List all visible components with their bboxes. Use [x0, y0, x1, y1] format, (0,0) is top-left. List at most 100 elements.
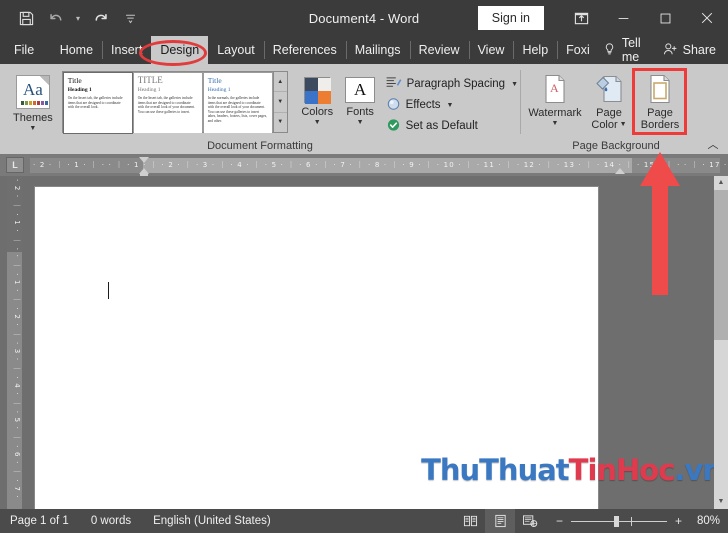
page-borders-button[interactable]: Page Borders [633, 70, 687, 131]
colors-dropdown-icon[interactable]: ▼ [314, 119, 321, 127]
tell-me-box[interactable]: Tell me [593, 36, 651, 64]
paragraph-spacing-button[interactable]: Paragraph Spacing ▼ [386, 75, 518, 93]
status-bar-right: − + 80% [455, 509, 728, 533]
sign-in-button[interactable]: Sign in [477, 6, 544, 30]
maximize-icon[interactable] [644, 0, 686, 36]
page-borders-line2: Borders [640, 119, 680, 131]
tab-home[interactable]: Home [51, 36, 102, 64]
lightbulb-icon [603, 42, 616, 59]
themes-button[interactable]: Aa Themes ▼ [6, 69, 60, 133]
watermark-part2: TinHoc [568, 453, 676, 487]
thumb-title: TITLE [137, 75, 163, 85]
group-label-page-background: Page Background [572, 140, 660, 152]
print-layout-icon[interactable] [485, 509, 515, 533]
zoom-slider-thumb[interactable] [614, 515, 619, 527]
effects-label: Effects [405, 99, 441, 111]
tab-help[interactable]: Help [513, 36, 557, 64]
watermark-icon: A [541, 74, 569, 104]
set-as-default-button[interactable]: Set as Default [386, 117, 518, 135]
save-icon[interactable] [12, 5, 40, 31]
page-color-dropdown-icon[interactable]: ▼ [620, 121, 627, 129]
group-document-formatting-body: Aa Themes ▼ Title Heading 1 On the Inser… [0, 64, 520, 138]
group-page-background-body: A Watermark ▼ Page Color ▼ Page Borders [521, 64, 711, 138]
title-bar: ▾ Document4 - Word Sign in [0, 0, 728, 36]
tab-file[interactable]: File [0, 36, 46, 64]
thumb-body: In the normals, the galleries include it… [207, 96, 268, 123]
style-thumbnail[interactable]: Title Heading 1 On the Insert tab, the g… [62, 72, 133, 134]
theme-fonts-button[interactable]: A Fonts ▼ [341, 69, 380, 127]
page-color-button[interactable]: Page Color ▼ [585, 70, 633, 131]
web-layout-icon[interactable] [515, 509, 545, 533]
close-icon[interactable] [686, 0, 728, 36]
tab-view[interactable]: View [468, 36, 514, 64]
person-add-icon [663, 42, 678, 59]
tab-review[interactable]: Review [409, 36, 469, 64]
read-mode-icon[interactable] [455, 509, 485, 533]
group-document-formatting: Aa Themes ▼ Title Heading 1 On the Inser… [0, 64, 520, 154]
undo-dropdown-icon[interactable]: ▾ [72, 5, 84, 31]
vertical-scrollbar[interactable]: ▲ ▼ [714, 176, 728, 509]
theme-colors-button[interactable]: Colors ▼ [298, 69, 337, 127]
zoom-percent-label[interactable]: 80% [690, 515, 720, 527]
scroll-up-icon[interactable]: ▲ [714, 176, 728, 190]
gallery-more-icon[interactable]: ▼ [274, 113, 287, 132]
tab-insert[interactable]: Insert [102, 36, 151, 64]
gallery-scroll-down-icon[interactable]: ▼ [273, 92, 287, 113]
group-label-document-formatting: Document Formatting [207, 140, 313, 152]
horizontal-ruler-row: L · 2 · ｜ · 1 · ｜ · · ｜ · 1 · ｜ · 2 · ｜ … [0, 154, 728, 181]
effects-button[interactable]: Effects ▼ [386, 96, 518, 114]
set-as-default-label: Set as Default [405, 120, 478, 132]
themes-label: Themes [13, 112, 53, 124]
effects-dropdown-icon[interactable]: ▼ [447, 102, 454, 109]
ribbon-display-options-icon[interactable] [560, 0, 602, 36]
tab-foxit-reader[interactable]: Foxit Reader [557, 36, 590, 64]
share-button[interactable]: Share [657, 36, 728, 64]
zoom-out-button[interactable]: − [555, 514, 564, 528]
thumb-title: Title [207, 76, 222, 85]
first-line-indent-marker[interactable] [139, 156, 149, 163]
gallery-scroll-up-icon[interactable]: ▲ [273, 72, 287, 93]
thumb-title: Title [67, 76, 82, 85]
vertical-ruler[interactable]: · 2 · ｜ · 1 · ｜ · · ｜ · 1 · ｜ · 2 · ｜ · … [7, 176, 22, 509]
tab-layout[interactable]: Layout [208, 36, 264, 64]
language-label[interactable]: English (United States) [153, 515, 271, 527]
scroll-down-icon[interactable]: ▼ [714, 495, 728, 509]
style-thumbnail[interactable]: TITLE Heading 1 On the Insert tab, the g… [133, 73, 202, 133]
right-indent-marker[interactable] [615, 167, 625, 174]
effects-icon [386, 97, 401, 114]
minimize-icon[interactable] [602, 0, 644, 36]
watermark-button[interactable]: A Watermark ▼ [525, 70, 585, 128]
paragraph-spacing-dropdown-icon[interactable]: ▼ [511, 81, 518, 88]
fonts-dropdown-icon[interactable]: ▼ [357, 119, 364, 127]
gallery-scroll-buttons: ▲ ▼ ▼ [272, 72, 287, 132]
thumb-heading: Heading 1 [137, 87, 161, 93]
site-watermark: ThuThuatTinHoc.vn [421, 453, 723, 487]
tab-references[interactable]: References [263, 36, 346, 64]
fonts-icon: A [345, 77, 376, 103]
share-label: Share [682, 43, 716, 57]
tab-mailings[interactable]: Mailings [345, 36, 410, 64]
page-borders-line1: Page [647, 107, 673, 119]
watermark-dropdown-icon[interactable]: ▼ [552, 120, 559, 128]
collapse-ribbon-icon[interactable]: ︿ [704, 137, 722, 153]
tell-me-label: Tell me [621, 36, 641, 64]
scrollbar-thumb[interactable] [714, 190, 728, 340]
vertical-ruler-ticks: · 2 · ｜ · 1 · ｜ · · ｜ · 1 · ｜ · 2 · ｜ · … [13, 179, 21, 499]
tab-stop-selector[interactable]: L [6, 157, 24, 173]
word-count-label[interactable]: 0 words [91, 515, 131, 527]
tab-design[interactable]: Design [151, 36, 209, 64]
redo-icon[interactable] [86, 5, 114, 31]
customize-quick-access-icon[interactable] [116, 5, 144, 31]
zoom-in-button[interactable]: + [674, 514, 683, 528]
page-count-label[interactable]: Page 1 of 1 [10, 515, 69, 527]
themes-dropdown-icon[interactable]: ▼ [29, 125, 36, 133]
thumb-heading: Heading 1 [207, 87, 231, 93]
style-set-gallery[interactable]: Title Heading 1 On the Insert tab, the g… [61, 71, 288, 134]
zoom-slider[interactable] [571, 515, 667, 527]
word-window: ▾ Document4 - Word Sign in File Home Ins… [0, 0, 728, 533]
colors-label: Colors [301, 106, 334, 118]
undo-icon[interactable] [42, 5, 70, 31]
style-thumbnail[interactable]: Title Heading 1 In the normals, the gall… [203, 73, 272, 133]
fonts-label: Fonts [346, 106, 374, 118]
horizontal-ruler[interactable]: · 2 · ｜ · 1 · ｜ · · ｜ · 1 · ｜ · 2 · ｜ · … [30, 156, 728, 181]
